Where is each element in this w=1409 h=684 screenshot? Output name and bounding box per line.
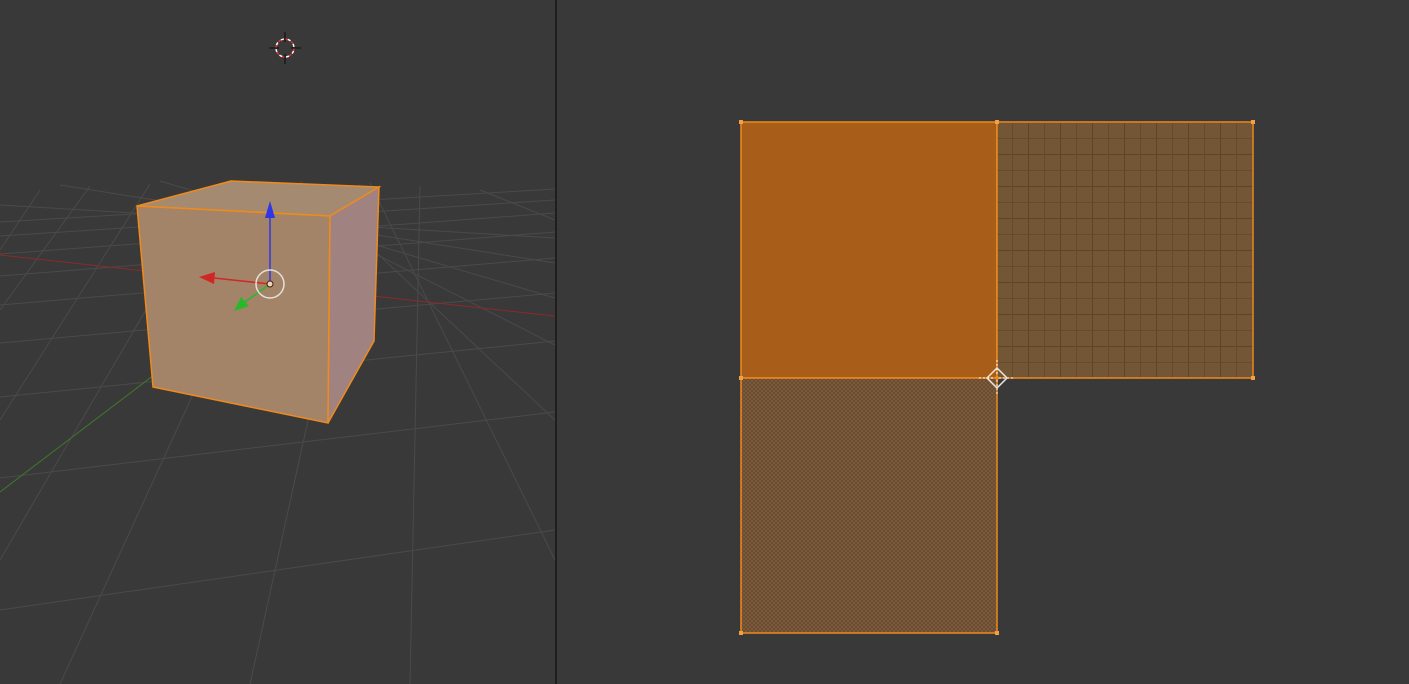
uv-face-top-left-selected[interactable] xyxy=(740,121,998,379)
uv-editor[interactable] xyxy=(557,0,1409,684)
3d-viewport[interactable] xyxy=(0,0,555,684)
uv-editor-canvas[interactable] xyxy=(557,0,1409,684)
uv-face-top-right-grid[interactable] xyxy=(996,121,1254,379)
3d-viewport-canvas[interactable] xyxy=(0,0,555,684)
uv-face-bottom-left-checker[interactable] xyxy=(740,377,998,634)
cube-object[interactable] xyxy=(136,180,382,424)
cube-right-face[interactable] xyxy=(327,185,380,424)
3d-cursor-icon[interactable] xyxy=(269,32,301,64)
blender-window xyxy=(0,0,1409,684)
cube-front-face[interactable] xyxy=(136,205,331,424)
